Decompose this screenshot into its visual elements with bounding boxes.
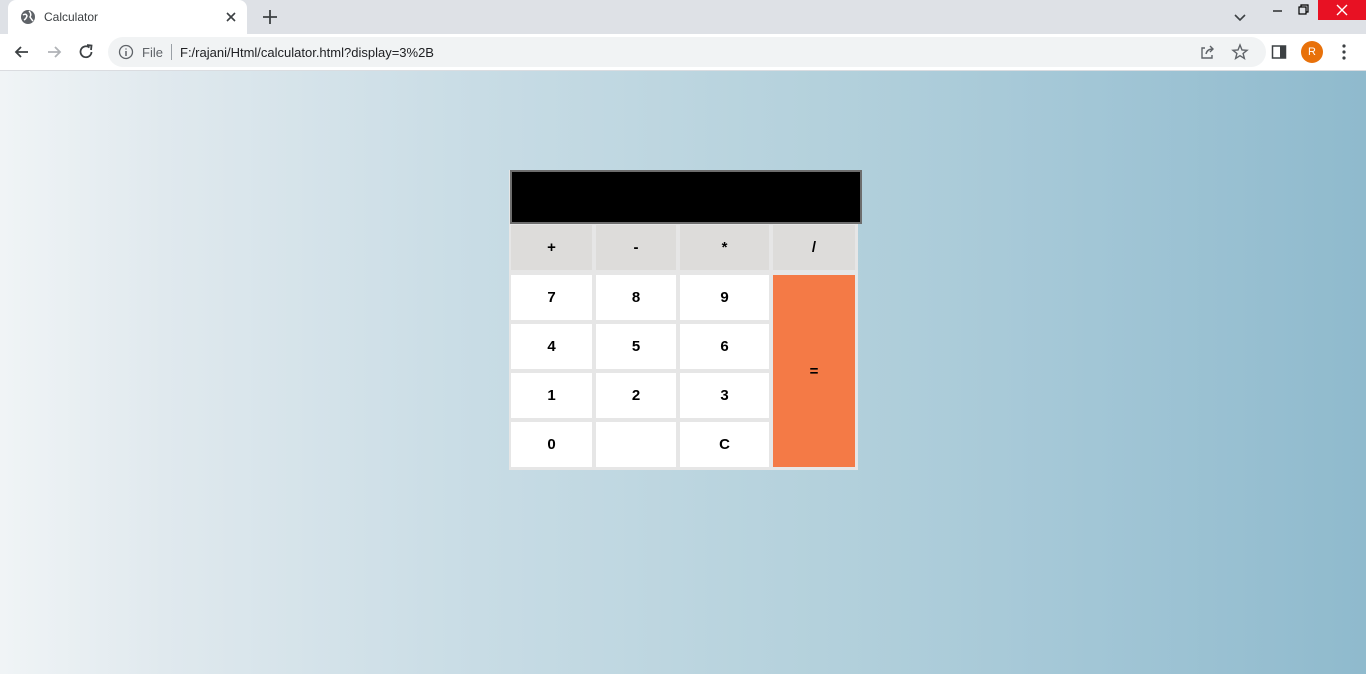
key-plus[interactable]: +	[511, 225, 592, 270]
key-divide[interactable]: /	[773, 225, 855, 270]
bookmark-star-icon[interactable]	[1231, 43, 1249, 61]
chevron-down-icon[interactable]	[1232, 9, 1248, 25]
address-bar[interactable]: File F:/rajani/Html/calculator.html?disp…	[108, 37, 1266, 67]
divider	[171, 44, 172, 60]
globe-icon	[21, 10, 35, 24]
key-3[interactable]: 3	[680, 373, 769, 418]
reload-icon[interactable]	[76, 42, 96, 62]
key-multiply[interactable]: *	[680, 225, 769, 270]
key-1[interactable]: 1	[511, 373, 592, 418]
minimize-icon[interactable]	[1270, 2, 1286, 18]
share-icon[interactable]	[1199, 44, 1215, 60]
calculator-display[interactable]	[510, 170, 862, 224]
close-icon	[1336, 4, 1348, 16]
side-panel-icon[interactable]	[1271, 44, 1287, 60]
restore-icon[interactable]	[1296, 2, 1312, 18]
key-clear[interactable]: C	[680, 422, 769, 467]
info-icon[interactable]	[118, 44, 134, 60]
key-0[interactable]: 0	[511, 422, 592, 467]
browser-toolbar: File F:/rajani/Html/calculator.html?disp…	[0, 34, 1366, 71]
close-tab-icon[interactable]	[223, 9, 239, 25]
profile-avatar[interactable]: R	[1301, 41, 1323, 63]
new-tab-icon[interactable]	[260, 7, 280, 27]
key-9[interactable]: 9	[680, 275, 769, 320]
tab-calculator[interactable]: Calculator	[8, 0, 247, 34]
key-4[interactable]: 4	[511, 324, 592, 369]
key-6[interactable]: 6	[680, 324, 769, 369]
key-5[interactable]: 5	[596, 324, 676, 369]
tab-strip: Calculator	[0, 0, 1366, 34]
page-viewport: + - * / 7 8 9 4 5 6 1 2 3 0 C =	[0, 71, 1366, 674]
tab-title: Calculator	[44, 10, 99, 24]
back-arrow-icon[interactable]	[12, 42, 32, 62]
more-menu-icon[interactable]	[1336, 43, 1352, 61]
calculator: + - * / 7 8 9 4 5 6 1 2 3 0 C =	[509, 170, 862, 470]
key-8[interactable]: 8	[596, 275, 676, 320]
key-minus[interactable]: -	[596, 225, 676, 270]
key-7[interactable]: 7	[511, 275, 592, 320]
window-close-button[interactable]	[1318, 0, 1366, 20]
forward-arrow-icon[interactable]	[44, 42, 64, 62]
security-label: File	[142, 45, 163, 60]
key-2[interactable]: 2	[596, 373, 676, 418]
url-text[interactable]: F:/rajani/Html/calculator.html?display=3…	[180, 45, 434, 60]
key-blank[interactable]	[596, 422, 676, 467]
key-equals[interactable]: =	[773, 275, 855, 467]
